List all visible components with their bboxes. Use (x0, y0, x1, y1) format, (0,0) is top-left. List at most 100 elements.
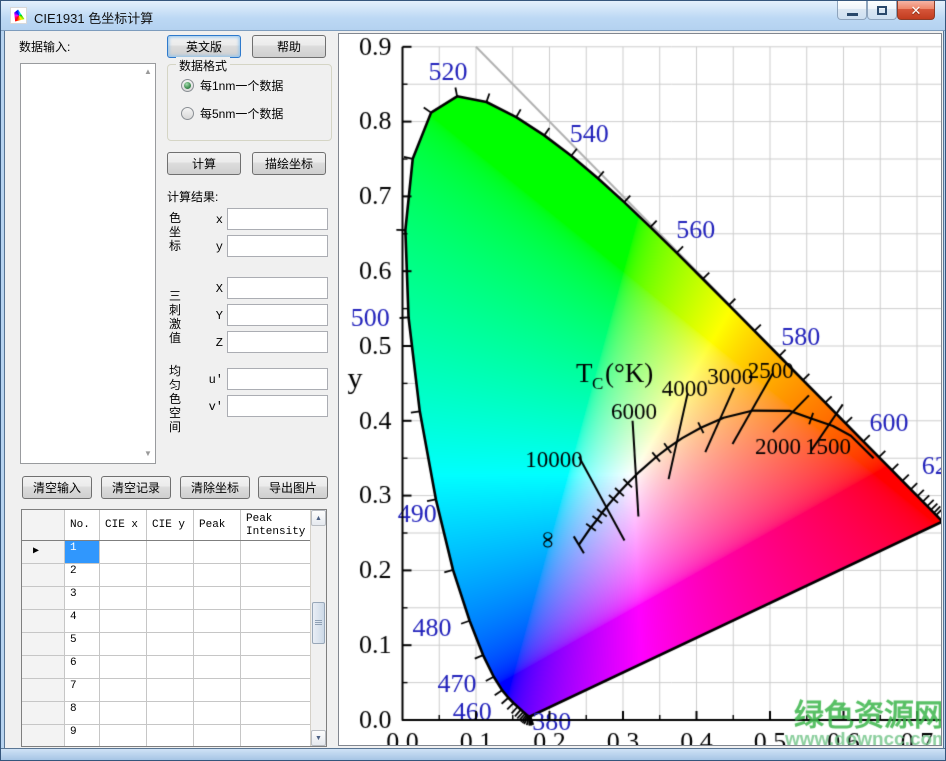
table-cell-no[interactable]: 5 (65, 633, 100, 656)
radio-selected-icon[interactable] (181, 79, 194, 92)
table-cell[interactable] (241, 610, 311, 633)
table-header-cell[interactable]: No. (65, 510, 100, 540)
table-row[interactable]: 4 (22, 610, 326, 633)
table-row[interactable]: 3 (22, 587, 326, 610)
result-vp-input[interactable] (227, 395, 328, 417)
result-up-input[interactable] (227, 368, 328, 390)
scroll-down-icon[interactable]: ▼ (311, 730, 326, 746)
table-cell[interactable] (100, 725, 147, 747)
table-cell[interactable] (22, 702, 65, 725)
table-cell-no[interactable]: 9 (65, 725, 100, 747)
english-version-button[interactable]: 英文版 (167, 35, 241, 58)
table-cell[interactable] (147, 564, 194, 587)
table-cell[interactable] (194, 633, 241, 656)
table-header-cell[interactable]: CIE x (100, 510, 147, 540)
table-row[interactable]: 7 (22, 679, 326, 702)
export-image-button[interactable]: 导出图片 (258, 476, 328, 499)
table-cell[interactable] (100, 541, 147, 564)
table-header-cell[interactable]: CIE y (147, 510, 194, 540)
table-cell[interactable] (100, 679, 147, 702)
table-cell[interactable] (147, 702, 194, 725)
table-row[interactable]: ▶1 (22, 541, 326, 564)
table-cell-no[interactable]: 8 (65, 702, 100, 725)
table-cell[interactable] (22, 656, 65, 679)
table-cell[interactable] (194, 610, 241, 633)
close-button[interactable]: ✕ (897, 1, 935, 20)
table-header-cell[interactable]: Peak (194, 510, 241, 540)
table-row[interactable]: 8 (22, 702, 326, 725)
result-y-input[interactable] (227, 235, 328, 257)
table-cell[interactable] (241, 679, 311, 702)
table-cell[interactable] (147, 725, 194, 747)
table-cell[interactable] (100, 633, 147, 656)
calculate-button[interactable]: 计算 (167, 152, 241, 175)
table-header-cell[interactable]: Peak Intensity (241, 510, 311, 540)
table-cell[interactable] (241, 633, 311, 656)
table-cell[interactable] (100, 656, 147, 679)
table-cell[interactable] (241, 702, 311, 725)
radio-unselected-icon[interactable] (181, 107, 194, 120)
table-cell[interactable] (22, 725, 65, 747)
table-cell[interactable] (22, 610, 65, 633)
scrollbar-thumb[interactable] (312, 602, 325, 644)
table-cell[interactable] (194, 541, 241, 564)
radio-option-1[interactable]: 每1nm一个数据 (181, 77, 283, 94)
table-cell[interactable] (147, 587, 194, 610)
table-cell[interactable] (22, 633, 65, 656)
table-row[interactable]: 2 (22, 564, 326, 587)
help-button[interactable]: 帮助 (252, 35, 326, 58)
table-cell[interactable] (147, 610, 194, 633)
clear-input-button[interactable]: 清空输入 (22, 476, 92, 499)
table-cell[interactable] (241, 564, 311, 587)
data-input-textarea[interactable] (20, 63, 156, 464)
table-cell[interactable] (22, 679, 65, 702)
table-cell[interactable] (241, 541, 311, 564)
table-cell[interactable] (22, 587, 65, 610)
textarea-scroll-down-icon[interactable]: ▼ (143, 449, 153, 458)
table-cell[interactable] (147, 541, 194, 564)
table-cell[interactable] (194, 656, 241, 679)
table-cell[interactable]: ▶ (22, 541, 65, 564)
minimize-button[interactable] (837, 1, 867, 20)
table-cell[interactable] (100, 702, 147, 725)
table-cell[interactable] (100, 587, 147, 610)
table-cell[interactable] (194, 587, 241, 610)
table-row[interactable]: 6 (22, 656, 326, 679)
table-cell[interactable] (147, 679, 194, 702)
table-cell-no[interactable]: 7 (65, 679, 100, 702)
clear-records-button[interactable]: 清空记录 (101, 476, 171, 499)
table-header-cell[interactable] (22, 510, 65, 540)
scroll-up-icon[interactable]: ▲ (311, 510, 326, 526)
result-X-input[interactable] (227, 277, 328, 299)
table-cell[interactable] (194, 564, 241, 587)
result-Y-input[interactable] (227, 304, 328, 326)
maximize-button[interactable] (867, 1, 897, 20)
textarea-scroll-up-icon[interactable]: ▲ (143, 67, 153, 76)
table-cell[interactable] (194, 679, 241, 702)
table-scrollbar[interactable]: ▲ ▼ (310, 510, 326, 746)
result-Z-input[interactable] (227, 331, 328, 353)
titlebar[interactable]: CIE1931 色坐标计算 ✕ (1, 1, 946, 31)
table-cell-no[interactable]: 4 (65, 610, 100, 633)
table-cell[interactable] (241, 656, 311, 679)
table-cell[interactable] (241, 725, 311, 747)
clear-coordinates-button[interactable]: 清除坐标 (180, 476, 250, 499)
table-cell[interactable] (194, 702, 241, 725)
plot-coordinates-button[interactable]: 描绘坐标 (252, 152, 326, 175)
table-row[interactable]: 5 (22, 633, 326, 656)
table-row[interactable]: 9 (22, 725, 326, 747)
results-table[interactable]: No.CIE xCIE yPeakPeak Intensity▶12345678… (21, 509, 327, 747)
table-cell-no[interactable]: 1 (65, 541, 100, 564)
table-cell[interactable] (147, 633, 194, 656)
table-cell[interactable] (241, 587, 311, 610)
table-cell[interactable] (100, 564, 147, 587)
table-cell-no[interactable]: 6 (65, 656, 100, 679)
table-cell[interactable] (194, 725, 241, 747)
table-cell[interactable] (100, 610, 147, 633)
radio-option-2[interactable]: 每5nm一个数据 (181, 105, 283, 122)
table-cell[interactable] (147, 656, 194, 679)
result-x-input[interactable] (227, 208, 328, 230)
table-cell-no[interactable]: 3 (65, 587, 100, 610)
table-cell-no[interactable]: 2 (65, 564, 100, 587)
table-cell[interactable] (22, 564, 65, 587)
